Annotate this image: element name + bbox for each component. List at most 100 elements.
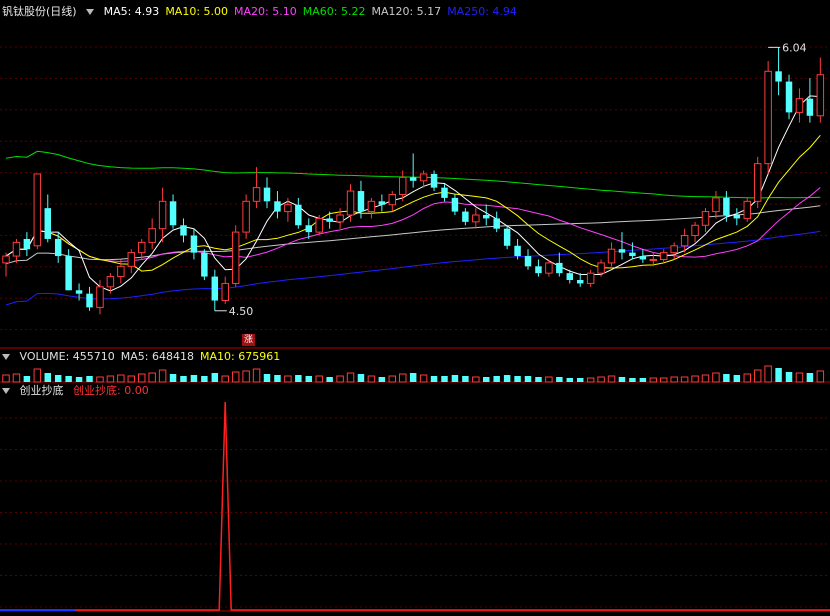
volume-bar — [106, 375, 115, 383]
indicator-name: 创业抄底 — [19, 384, 64, 397]
volume-bar — [231, 371, 240, 383]
volume-bar — [398, 373, 407, 383]
candle-body — [274, 201, 281, 212]
volume-bar — [305, 376, 313, 382]
volume-bar — [357, 374, 365, 382]
volume-bar — [117, 374, 125, 383]
candle-body — [670, 245, 678, 254]
volume-bar — [419, 374, 428, 383]
candle-body — [295, 204, 302, 226]
candle-body — [639, 256, 647, 260]
candle-body — [75, 290, 83, 294]
chart-canvas: 6.04 4.50 — [0, 41, 830, 612]
price-annotation: 6.04 — [782, 41, 807, 54]
candle-body — [409, 177, 417, 181]
volume-bar — [54, 375, 62, 382]
ma-label-5: MA250: 4.94 — [447, 5, 517, 18]
candle-body — [680, 235, 689, 247]
volume-bar — [242, 370, 250, 383]
indicator-value: 创业抄底: 0.00 — [73, 384, 149, 397]
candle-body — [806, 98, 814, 116]
volume-bar — [263, 374, 271, 382]
candle-body — [419, 173, 428, 182]
volume-bar — [12, 373, 21, 383]
volume-bar — [524, 376, 532, 382]
candle-body — [263, 187, 271, 202]
volume-bar — [701, 374, 710, 383]
candle-body — [33, 173, 42, 247]
candle-body — [367, 200, 376, 213]
volume-bar — [586, 377, 595, 383]
limit-up-badge[interactable]: 涨 — [242, 334, 255, 346]
ma-label-1: MA10: 5.00 — [165, 5, 229, 18]
candle-body — [576, 280, 584, 284]
candle-body — [764, 70, 772, 165]
volume-bar — [483, 377, 490, 382]
candle-body — [12, 241, 21, 257]
candle-body — [315, 217, 323, 233]
volume-bar — [315, 375, 323, 383]
candle-body — [451, 197, 459, 212]
candle-body — [483, 215, 490, 219]
ma-label-0: MA5: 4.93 — [103, 5, 160, 18]
collapse-triangle-icon[interactable] — [86, 8, 95, 15]
candle-body — [284, 204, 292, 213]
candle-body — [503, 228, 511, 246]
volume-bar — [576, 378, 584, 382]
ma-label-4: MA120: 5.17 — [371, 5, 442, 18]
candle-body — [712, 197, 720, 213]
candle-body — [545, 262, 553, 274]
volume-bar — [190, 375, 198, 382]
volume-bar — [545, 376, 553, 383]
volume-bar — [75, 377, 83, 382]
candle-body — [462, 211, 469, 222]
volume-bar — [86, 376, 93, 382]
volume-bar — [451, 375, 459, 382]
candle-body — [441, 187, 448, 198]
volume-bar — [649, 377, 658, 383]
ma-label-2: MA20: 5.10 — [234, 5, 297, 18]
candle-body — [472, 214, 480, 223]
volume-bar — [691, 375, 699, 383]
volume-bar — [743, 373, 751, 383]
volume-bar — [44, 373, 51, 382]
volume-bar — [211, 373, 219, 382]
volume-bar — [618, 377, 626, 382]
candle-body — [691, 224, 699, 237]
ma250-line — [5, 230, 821, 306]
candle-body — [556, 262, 563, 274]
candle-body — [607, 248, 616, 264]
volume-bar — [753, 369, 762, 383]
volume-bar — [388, 375, 397, 383]
candle-body — [137, 241, 146, 254]
candle-body — [54, 238, 62, 257]
volume-bar — [680, 376, 689, 383]
candle-body — [346, 190, 355, 216]
candle-body — [158, 200, 167, 230]
volume-bar — [723, 374, 730, 382]
volume-bar — [764, 365, 772, 383]
volume-bar — [659, 377, 668, 383]
candle-body — [785, 81, 793, 113]
collapse-triangle-icon[interactable] — [2, 387, 10, 394]
candle-body — [211, 276, 219, 301]
volume-bar — [346, 372, 355, 383]
candle-body — [753, 163, 762, 202]
volume-bar — [295, 375, 302, 382]
candle-body — [148, 228, 156, 243]
volume-bar — [556, 377, 563, 382]
volume-bar — [639, 378, 647, 382]
volume-bar — [535, 377, 542, 382]
collapse-triangle-icon[interactable] — [2, 353, 10, 360]
candle-body — [649, 258, 658, 261]
volume-bar — [733, 375, 741, 382]
volume-bar — [503, 375, 511, 382]
ma20-line — [5, 187, 821, 263]
volume-bar — [785, 372, 793, 382]
volume-bar — [158, 369, 167, 383]
candle-body — [493, 218, 500, 229]
candle-body — [357, 191, 365, 212]
volume-bar — [795, 372, 804, 383]
candle-body — [723, 197, 730, 215]
volume-label-0: VOLUME: 455710 — [19, 350, 115, 363]
